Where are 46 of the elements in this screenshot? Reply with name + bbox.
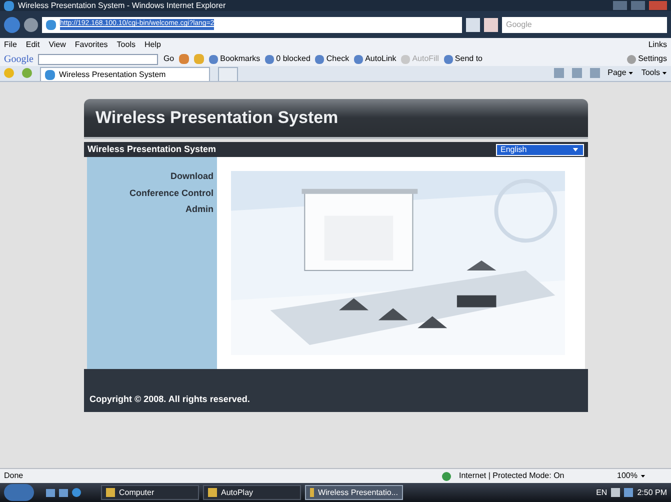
- toolbar-button[interactable]: Send to: [444, 53, 482, 65]
- toolbar-button[interactable]: AutoLink: [354, 53, 396, 65]
- nav-link[interactable]: Conference Control: [129, 186, 214, 200]
- new-tab-button[interactable]: [218, 67, 238, 81]
- menu-item[interactable]: Help: [144, 41, 161, 49]
- stop-button[interactable]: [484, 18, 498, 32]
- language-indicator: EN: [596, 486, 608, 498]
- toolbar-button[interactable]: Bookmarks: [209, 53, 260, 65]
- clock: 2:50 PM: [637, 486, 667, 498]
- taskbar-button[interactable]: AutoPlay: [203, 485, 301, 500]
- nav-link[interactable]: Download: [170, 170, 214, 184]
- toolbar-button[interactable]: Check: [315, 53, 350, 65]
- status-text: Done: [4, 470, 24, 482]
- zoom-button[interactable]: 100%: [617, 470, 667, 482]
- refresh-button[interactable]: [466, 18, 480, 32]
- toolbar-button[interactable]: 0 blocked: [265, 53, 310, 65]
- menu-item[interactable]: View: [48, 41, 66, 49]
- copyright-text: Copyright © 2008. All rights reserved.: [90, 392, 250, 406]
- zone-text: Internet | Protected Mode: On: [459, 470, 566, 482]
- menu-item[interactable]: Edit: [26, 41, 40, 49]
- search-field[interactable]: Google: [502, 16, 667, 32]
- google-search-field[interactable]: [38, 54, 158, 64]
- command-button[interactable]: Page: [608, 67, 634, 79]
- dropdown-icon: [572, 148, 578, 152]
- language-select[interactable]: English: [496, 144, 584, 156]
- menu-item[interactable]: Favorites: [74, 41, 108, 49]
- nav-link[interactable]: Admin: [186, 203, 214, 216]
- settings-button[interactable]: Settings: [627, 53, 667, 65]
- command-button[interactable]: Tools: [641, 67, 667, 79]
- back-button[interactable]: [4, 16, 20, 32]
- dropdown-icon: [640, 474, 646, 478]
- taskbar-button[interactable]: Wireless Presentatio...: [305, 485, 403, 500]
- window-title: Wireless Presentation System - Windows Internet Explorer: [18, 2, 227, 10]
- dropdown-icon: [662, 72, 667, 74]
- nav-title: Wireless Presentation System: [88, 142, 216, 156]
- links-button[interactable]: Links: [648, 41, 667, 49]
- google-logo: Google: [4, 52, 34, 66]
- taskbar-button[interactable]: Computer: [101, 485, 199, 500]
- start-button[interactable]: [4, 484, 34, 501]
- dropdown-icon: [628, 72, 634, 74]
- menu-item[interactable]: Tools: [116, 41, 136, 49]
- forward-button[interactable]: [24, 18, 38, 32]
- browser-tab[interactable]: Wireless Presentation System: [40, 67, 210, 81]
- go-button[interactable]: Go: [163, 53, 174, 65]
- banner-title: Wireless Presentation System: [96, 107, 338, 130]
- menu-item[interactable]: File: [4, 41, 17, 49]
